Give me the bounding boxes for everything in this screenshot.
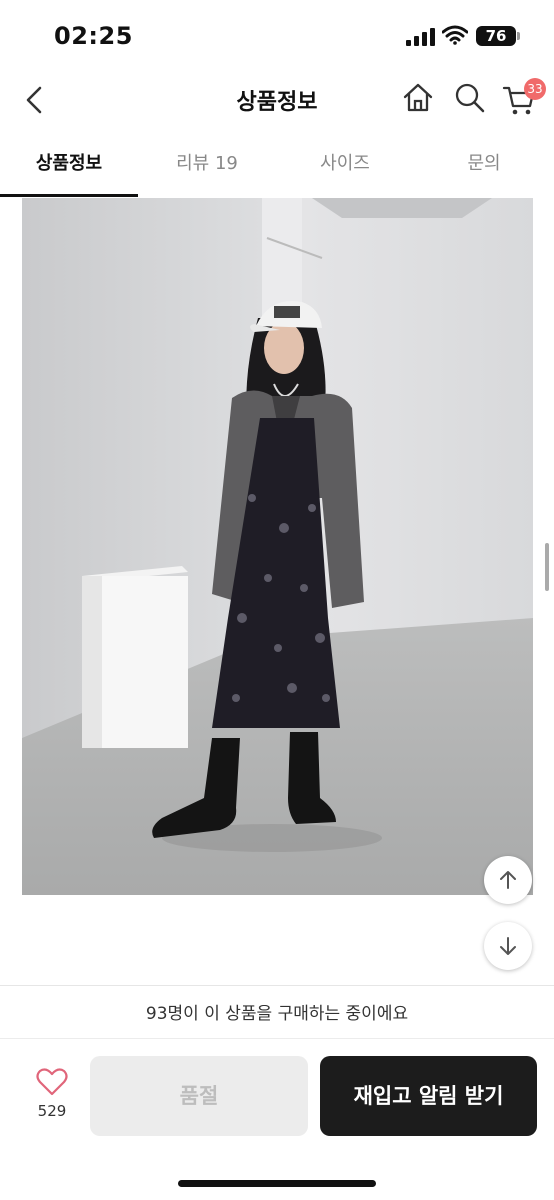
product-photo: [22, 198, 533, 895]
back-button[interactable]: [18, 80, 54, 120]
like-count: 529: [37, 1102, 67, 1120]
scroll-down-button[interactable]: [484, 922, 532, 970]
page-scrollbar[interactable]: [545, 543, 549, 591]
buyers-count-text: 93명이 이 상품을 구매하는 중이에요: [145, 1004, 409, 1024]
search-button[interactable]: [452, 80, 488, 116]
divider: [0, 1038, 554, 1039]
soldout-button[interactable]: 품절: [90, 1056, 308, 1136]
search-icon: [455, 83, 485, 113]
arrow-down-icon: [500, 937, 516, 955]
heart-icon: [36, 1068, 68, 1096]
cart-count-badge: 33: [524, 78, 546, 100]
back-icon: [26, 86, 42, 114]
home-icon: [403, 83, 433, 112]
battery-indicator: 76: [476, 26, 520, 46]
cellular-signal-icon: [406, 28, 435, 46]
arrow-up-icon: [500, 871, 516, 889]
tab-product-info[interactable]: 상품정보: [0, 138, 138, 196]
product-tabs: 상품정보 리뷰 19 사이즈 문의: [0, 138, 554, 198]
home-indicator: [178, 1180, 376, 1187]
tab-size[interactable]: 사이즈: [276, 138, 414, 196]
tab-inquiry[interactable]: 문의: [414, 138, 554, 196]
like-button[interactable]: 529: [24, 1068, 80, 1128]
active-tab-indicator: [0, 194, 138, 197]
scroll-to-top-button[interactable]: [484, 856, 532, 904]
top-navigation: 상품정보 33: [0, 70, 554, 130]
status-time: 02:25: [54, 22, 133, 50]
wifi-icon: [442, 25, 468, 45]
restock-notify-button[interactable]: 재입고 알림 받기: [320, 1056, 537, 1136]
home-button[interactable]: [400, 80, 436, 116]
status-bar: 02:25 76: [0, 0, 554, 70]
purchase-bar: 93명이 이 상품을 구매하는 중이에요 529 품절 재입고 알림 받기: [0, 985, 554, 1200]
tab-reviews[interactable]: 리뷰 19: [138, 138, 276, 196]
